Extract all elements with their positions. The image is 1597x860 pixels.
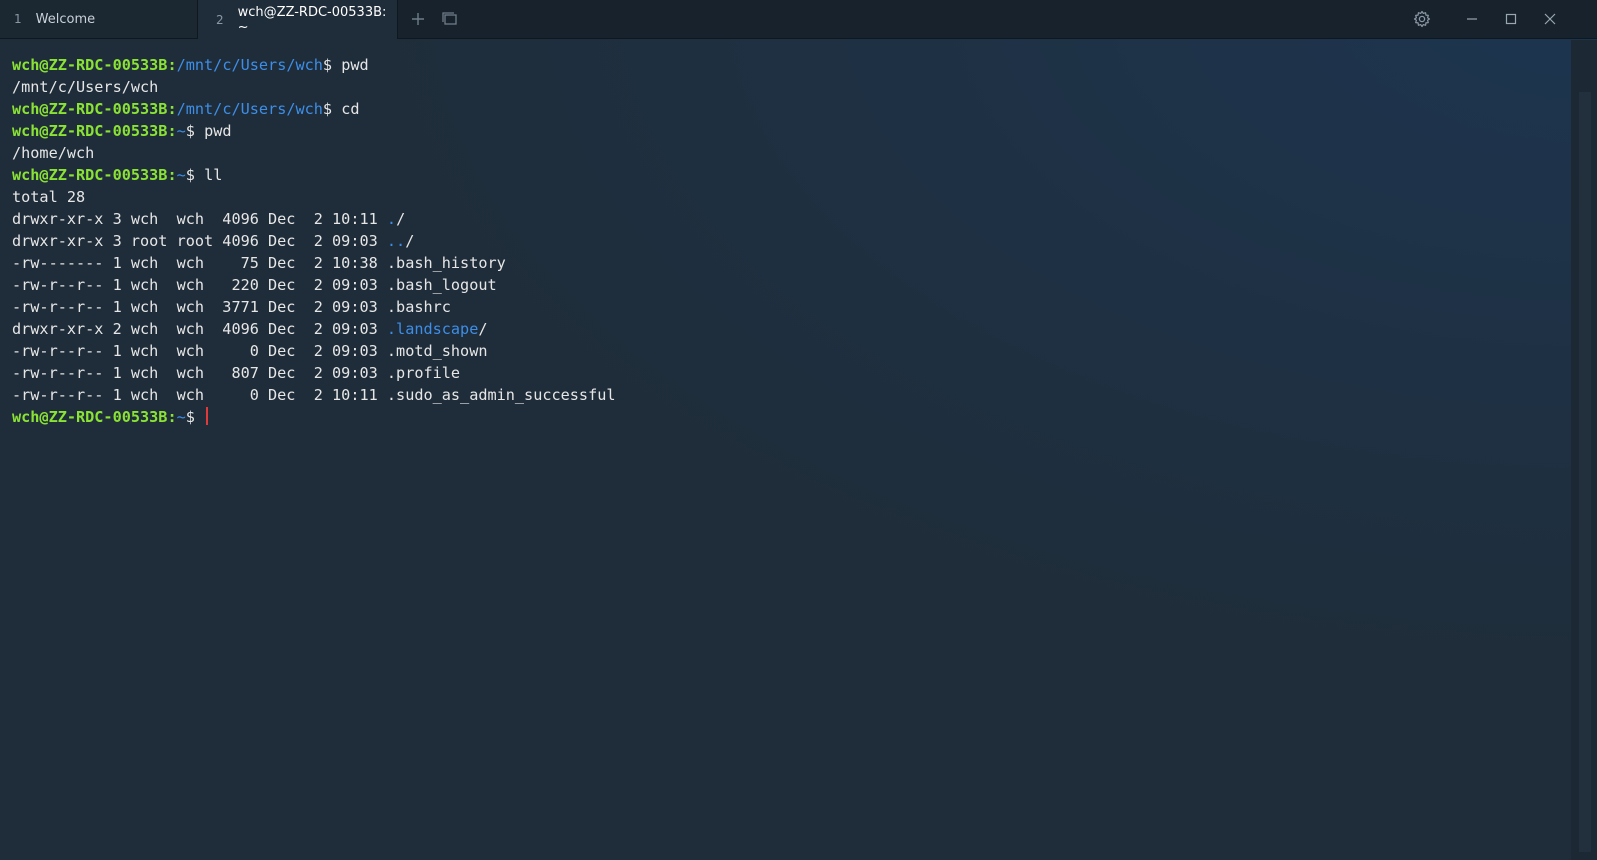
- tab-label: Welcome: [35, 11, 96, 27]
- ls-entry: -rw------- 1 wch wch 75 Dec 2 10:38 .bas…: [12, 252, 1567, 274]
- prompt-path: /mnt/c/Users/wch: [176, 100, 323, 118]
- text-cursor: [206, 407, 209, 425]
- file-name: .profile: [386, 364, 461, 382]
- file-name: .motd_shown: [386, 342, 488, 360]
- prompt-user: wch@ZZ-RDC-00533B: [12, 122, 168, 140]
- file-meta: -rw-r--r-- 1 wch wch 3771 Dec 2 09:03: [12, 298, 378, 316]
- ls-entry: -rw-r--r-- 1 wch wch 0 Dec 2 10:11 .sudo…: [12, 384, 1567, 406]
- window-list-icon: [442, 12, 457, 25]
- prompt-user: wch@ZZ-RDC-00533B: [12, 166, 168, 184]
- terminal-line: /mnt/c/Users/wch: [12, 76, 1567, 98]
- minimize-button[interactable]: [1452, 0, 1492, 38]
- close-icon: [1544, 13, 1556, 25]
- ls-entry: -rw-r--r-- 1 wch wch 807 Dec 2 09:03 .pr…: [12, 362, 1567, 384]
- terminal-window: 1 Welcome 2 wch@ZZ-RDC-00533B: ~ wch@ZZ-…: [0, 0, 1597, 860]
- ls-entry: drwxr-xr-x 3 wch wch 4096 Dec 2 10:11 ./: [12, 208, 1567, 230]
- file-meta: -rw------- 1 wch wch 75 Dec 2 10:38: [12, 254, 378, 272]
- prompt-user: wch@ZZ-RDC-00533B: [12, 408, 168, 426]
- tab-welcome[interactable]: 1 Welcome: [0, 0, 198, 38]
- file-name: .bashrc: [386, 298, 451, 316]
- file-meta: -rw-r--r-- 1 wch wch 807 Dec 2 09:03: [12, 364, 378, 382]
- directory-name: ./: [386, 210, 406, 228]
- settings-button[interactable]: [1402, 0, 1442, 38]
- prompt-user: wch@ZZ-RDC-00533B: [12, 56, 168, 74]
- scrollbar-thumb[interactable]: [1579, 92, 1591, 852]
- terminal-line: /home/wch: [12, 142, 1567, 164]
- ls-entry: -rw-r--r-- 1 wch wch 0 Dec 2 09:03 .motd…: [12, 340, 1567, 362]
- maximize-button[interactable]: [1491, 0, 1531, 38]
- file-meta: -rw-r--r-- 1 wch wch 220 Dec 2 09:03: [12, 276, 378, 294]
- terminal-line: wch@ZZ-RDC-00533B:~$: [12, 406, 1567, 428]
- file-meta: drwxr-xr-x 2 wch wch 4096 Dec 2 09:03: [12, 320, 378, 338]
- minimize-icon: [1467, 18, 1477, 20]
- prompt-user: wch@ZZ-RDC-00533B: [12, 100, 168, 118]
- command-text: pwd: [204, 122, 232, 140]
- file-meta: drwxr-xr-x 3 wch wch 4096 Dec 2 10:11: [12, 210, 378, 228]
- ls-entry: drwxr-xr-x 3 root root 4096 Dec 2 09:03 …: [12, 230, 1567, 252]
- tab-number: 2: [216, 12, 224, 27]
- plus-icon: [412, 13, 424, 25]
- tab-number: 1: [14, 12, 22, 26]
- prompt-path: ~: [176, 408, 186, 426]
- file-meta: -rw-r--r-- 1 wch wch 0 Dec 2 10:11: [12, 386, 378, 404]
- tab-label: wch@ZZ-RDC-00533B: ~: [237, 4, 387, 35]
- terminal-line: wch@ZZ-RDC-00533B:/mnt/c/Users/wch$ cd: [12, 100, 360, 118]
- scrollbar[interactable]: [1571, 40, 1597, 860]
- tab-list-button[interactable]: [430, 0, 470, 38]
- directory-name: ../: [386, 232, 415, 250]
- file-meta: drwxr-xr-x 3 root root 4096 Dec 2 09:03: [12, 232, 378, 250]
- terminal-output[interactable]: wch@ZZ-RDC-00533B:/mnt/c/Users/wch$ pwd /…: [12, 54, 1567, 428]
- file-name: .sudo_as_admin_successful: [386, 386, 616, 404]
- file-meta: -rw-r--r-- 1 wch wch 0 Dec 2 09:03: [12, 342, 378, 360]
- file-name: .bash_history: [386, 254, 506, 272]
- ls-entry: drwxr-xr-x 2 wch wch 4096 Dec 2 09:03 .l…: [12, 318, 1567, 340]
- terminal-line: wch@ZZ-RDC-00533B:~$ pwd: [12, 122, 232, 140]
- ls-entry: -rw-r--r-- 1 wch wch 3771 Dec 2 09:03 .b…: [12, 296, 1567, 318]
- prompt-path: ~: [176, 122, 186, 140]
- tab-terminal[interactable]: 2 wch@ZZ-RDC-00533B: ~: [198, 0, 398, 39]
- ls-entry: -rw-r--r-- 1 wch wch 220 Dec 2 09:03 .ba…: [12, 274, 1567, 296]
- command-text: ll: [204, 166, 223, 184]
- output-text: /home/wch: [12, 144, 95, 162]
- command-text: pwd: [341, 56, 369, 74]
- prompt-path: ~: [176, 166, 186, 184]
- terminal-line: wch@ZZ-RDC-00533B:/mnt/c/Users/wch$ pwd: [12, 56, 369, 74]
- output-text: /mnt/c/Users/wch: [12, 78, 159, 96]
- output-text: total 28: [12, 188, 86, 206]
- gear-icon: [1413, 10, 1431, 28]
- title-bar: 1 Welcome 2 wch@ZZ-RDC-00533B: ~: [0, 0, 1597, 39]
- close-button[interactable]: [1530, 0, 1570, 38]
- terminal-line: wch@ZZ-RDC-00533B:~$ ll: [12, 166, 223, 184]
- command-text: cd: [341, 100, 360, 118]
- file-name: .bash_logout: [386, 276, 497, 294]
- maximize-icon: [1505, 13, 1517, 25]
- prompt-path: /mnt/c/Users/wch: [176, 56, 323, 74]
- directory-name: .landscape/: [386, 320, 488, 338]
- terminal-line: total 28: [12, 186, 1567, 208]
